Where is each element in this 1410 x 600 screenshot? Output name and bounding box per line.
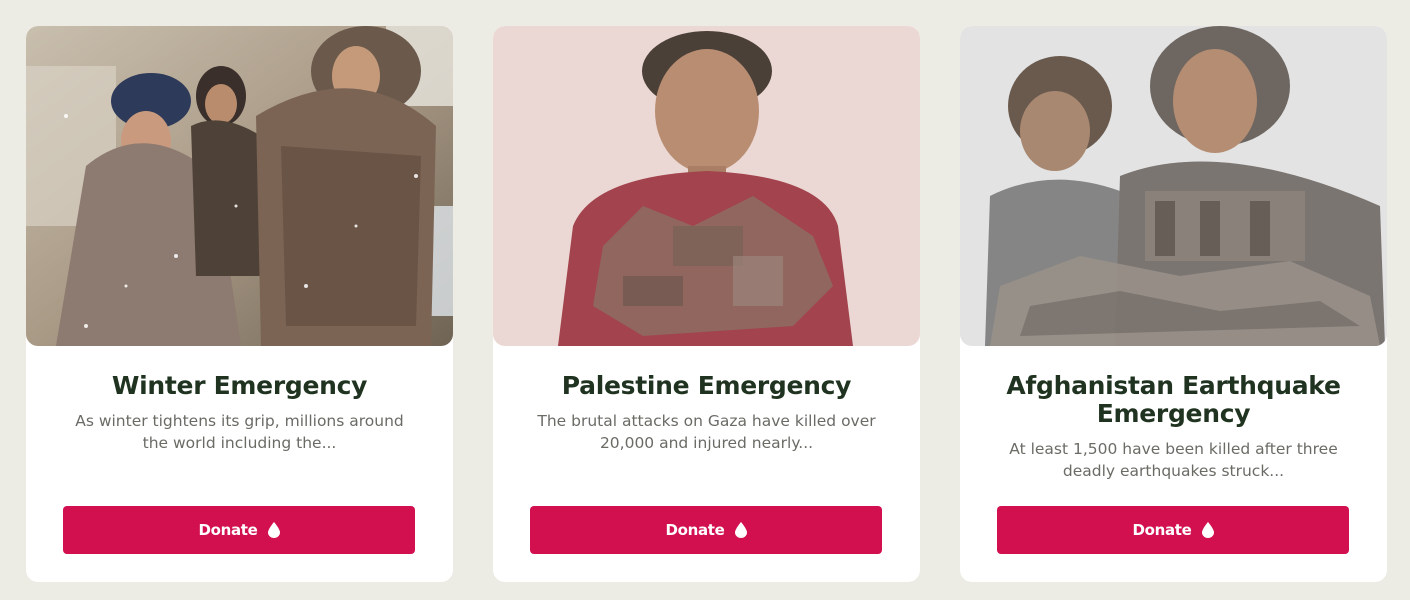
card-description: At least 1,500 have been killed after th… xyxy=(1009,440,1338,480)
appeal-card-winter[interactable]: Winter Emergency As winter tightens its … xyxy=(26,26,453,582)
donate-button[interactable]: Donate xyxy=(530,506,882,554)
card-image-palestine[interactable] xyxy=(493,26,920,346)
card-image-winter[interactable] xyxy=(26,26,453,346)
card-image-afghanistan[interactable] xyxy=(960,26,1387,346)
card-body: Afghanistan Earthquake Emergency At leas… xyxy=(960,372,1387,482)
water-drop-icon xyxy=(734,522,747,538)
water-drop-icon xyxy=(1201,522,1214,538)
donate-button-label: Donate xyxy=(665,521,725,539)
card-title[interactable]: Winter Emergency xyxy=(66,372,413,400)
card-title[interactable]: Afghanistan Earthquake Emergency xyxy=(1000,372,1347,428)
donate-button[interactable]: Donate xyxy=(997,506,1349,554)
water-drop-icon xyxy=(267,522,280,538)
card-title[interactable]: Palestine Emergency xyxy=(533,372,880,400)
donate-button-label: Donate xyxy=(198,521,258,539)
appeal-card-afghanistan[interactable]: Afghanistan Earthquake Emergency At leas… xyxy=(960,26,1387,582)
donate-button-label: Donate xyxy=(1132,521,1192,539)
card-description: The brutal attacks on Gaza have killed o… xyxy=(537,412,876,452)
card-description: As winter tightens its grip, millions ar… xyxy=(75,412,404,452)
appeal-card-palestine[interactable]: Palestine Emergency The brutal attacks o… xyxy=(493,26,920,582)
card-body: Winter Emergency As winter tightens its … xyxy=(26,372,453,454)
donate-button[interactable]: Donate xyxy=(63,506,415,554)
card-body: Palestine Emergency The brutal attacks o… xyxy=(493,372,920,454)
